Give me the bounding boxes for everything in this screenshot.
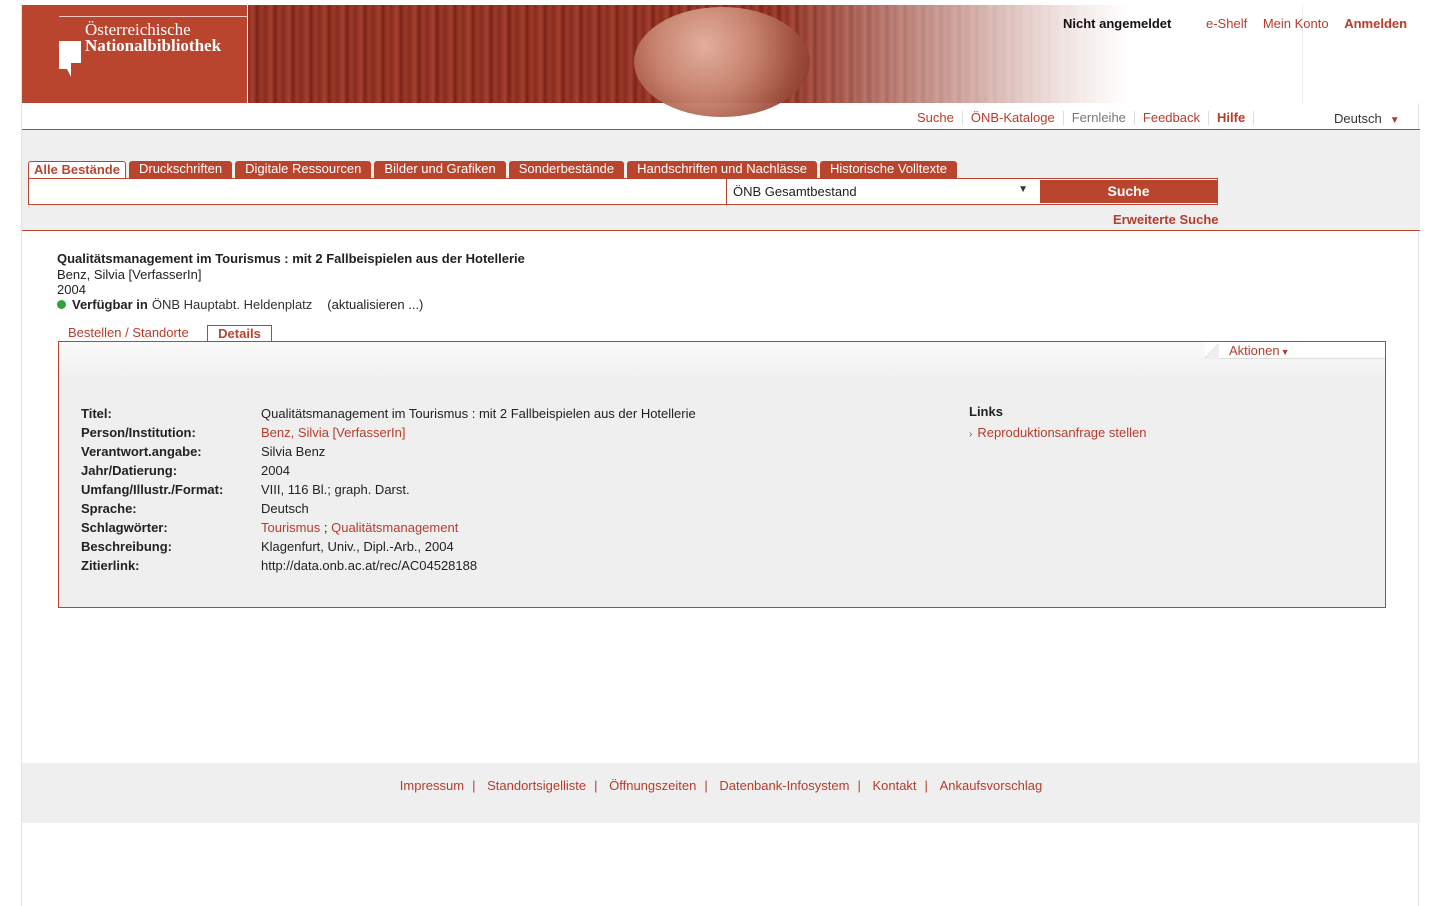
footer-database-info[interactable]: Datenbank-Infosystem: [719, 778, 849, 793]
footer-contact[interactable]: Kontakt: [872, 778, 916, 793]
language-select[interactable]: Deutsch ▼: [1334, 111, 1400, 126]
footer-opening-hours[interactable]: Öffnungszeiten: [609, 778, 696, 793]
tab-images[interactable]: Bilder und Grafiken: [374, 161, 506, 178]
record-author: Benz, Silvia [VerfasserIn]: [57, 267, 202, 282]
tab-orders-locations[interactable]: Bestellen / Standorte: [68, 325, 189, 340]
links-item: › Reproduktionsanfrage stellen: [969, 425, 1146, 440]
actions-menu[interactable]: Aktionen▼: [1229, 343, 1290, 358]
field-label: Sprache:: [81, 501, 137, 516]
login-status: Nicht angemeldet: [1063, 16, 1172, 31]
details-panel: Aktionen▼ Titel: Qualitätsmanagement im …: [58, 341, 1386, 608]
tab-printed[interactable]: Druckschriften: [128, 161, 233, 178]
subject-link-tourismus[interactable]: Tourismus: [261, 520, 320, 535]
record-year: 2004: [57, 282, 86, 297]
search-button[interactable]: Suche: [1040, 180, 1217, 203]
search-area: Alle Bestände Druckschriften Digitale Re…: [22, 130, 1420, 231]
field-label: Schlagwörter:: [81, 520, 168, 535]
search-box: ÖNB Gesamtbestand ▼ Suche: [28, 178, 1218, 205]
field-label: Person/Institution:: [81, 425, 196, 440]
person-link[interactable]: Benz, Silvia [VerfasserIn]: [261, 425, 406, 440]
nav-interlibrary[interactable]: Fernleihe: [1064, 111, 1135, 125]
footer-separator: |: [594, 778, 598, 793]
user-links: e-Shelf Mein Konto Anmelden: [1206, 16, 1407, 31]
field-value-year: 2004: [261, 463, 290, 478]
footer-links: Impressum | Standortsigelliste | Öffnungsz…: [22, 778, 1420, 793]
header-banner: Österreichische Nationalbibliothek Nicht…: [22, 5, 1420, 117]
availability-location: ÖNB Hauptabt. Heldenplatz: [151, 297, 313, 312]
language-value: Deutsch: [1334, 111, 1382, 126]
footer-location-codes[interactable]: Standortsigelliste: [487, 778, 586, 793]
footer-separator: |: [472, 778, 476, 793]
reproduction-request-link[interactable]: Reproduktionsanfrage stellen: [977, 425, 1146, 440]
field-value-extent: VIII, 116 Bl.; graph. Darst.: [261, 482, 410, 497]
scope-select[interactable]: ÖNB Gesamtbestand ▼: [726, 179, 1040, 204]
logo-text: Österreichische Nationalbibliothek: [85, 21, 222, 55]
nav-help[interactable]: Hilfe: [1209, 111, 1255, 125]
tab-historic-fulltext[interactable]: Historische Volltexte: [819, 161, 957, 178]
subject-link-qm[interactable]: Qualitätsmanagement: [331, 520, 458, 535]
tab-all-holdings[interactable]: Alle Bestände: [28, 161, 126, 179]
account-link[interactable]: Mein Konto: [1263, 16, 1329, 31]
logo-line2: Nationalbibliothek: [85, 36, 222, 55]
login-link[interactable]: Anmelden: [1344, 16, 1407, 31]
tab-special[interactable]: Sonderbestände: [508, 161, 625, 178]
availability: Verfügbar in ÖNB Hauptabt. Heldenplatz (…: [57, 297, 423, 312]
links-heading: Links: [969, 404, 1003, 419]
footer: Impressum | Standortsigelliste | Öffnungsz…: [22, 763, 1420, 823]
availability-status-icon: [57, 300, 66, 309]
tab-details[interactable]: Details: [207, 325, 272, 342]
field-label: Jahr/Datierung:: [81, 463, 178, 478]
banner-image: [248, 5, 1128, 117]
field-value-citelink[interactable]: http://data.onb.ac.at/rec/AC04528188: [261, 558, 477, 573]
nav-feedback[interactable]: Feedback: [1135, 111, 1209, 125]
field-value-responsibility: Silvia Benz: [261, 444, 326, 459]
chevron-down-icon: ▼: [1018, 184, 1028, 195]
eshelf-link[interactable]: e-Shelf: [1206, 16, 1247, 31]
chevron-down-icon: ▼: [1389, 115, 1400, 126]
tab-digital[interactable]: Digitale Ressourcen: [235, 161, 372, 178]
footer-purchase-suggestion[interactable]: Ankaufsvorschlag: [940, 778, 1043, 793]
search-input[interactable]: [29, 179, 726, 204]
page: Österreichische Nationalbibliothek Nicht…: [21, 5, 1420, 906]
chevron-right-icon: ›: [969, 429, 973, 440]
onb-logo[interactable]: Österreichische Nationalbibliothek: [22, 5, 247, 103]
availability-label: Verfügbar in: [72, 297, 148, 312]
globe-illustration: [634, 7, 810, 117]
footer-imprint[interactable]: Impressum: [400, 778, 464, 793]
search-tabs: Alle Bestände Druckschriften Digitale Re…: [28, 161, 960, 179]
footer-separator: |: [704, 778, 708, 793]
refresh-availability-link[interactable]: (aktualisieren ...): [327, 297, 423, 312]
subject-separator: ;: [323, 520, 328, 535]
field-label: Umfang/Illustr./Format:: [81, 482, 224, 497]
footer-separator: |: [924, 778, 928, 793]
field-label: Zitierlink:: [81, 558, 140, 573]
field-value-language: Deutsch: [261, 501, 309, 516]
record-title: Qualitätsmanagement im Tourismus : mit 2…: [57, 251, 525, 266]
field-value-title: Qualitätsmanagement im Tourismus : mit 2…: [261, 406, 696, 421]
field-value-description: Klagenfurt, Univ., Dipl.-Arb., 2004: [261, 539, 454, 554]
scope-value: ÖNB Gesamtbestand: [733, 184, 857, 199]
field-label: Beschreibung:: [81, 539, 173, 554]
logo-mark-icon: [59, 41, 81, 77]
chevron-down-icon: ▼: [1280, 347, 1290, 357]
logo-rule: [59, 16, 247, 17]
actions-fold: [1205, 342, 1219, 359]
main-nav: Suche ÖNB-Kataloge Fernleihe Feedback Hi…: [915, 111, 1255, 125]
tab-manuscripts[interactable]: Handschriften und Nachlässe: [627, 161, 817, 178]
advanced-search-link[interactable]: Erweiterte Suche: [1113, 212, 1219, 227]
nav-search[interactable]: Suche: [915, 111, 963, 125]
actions-label: Aktionen: [1229, 343, 1280, 358]
field-label: Titel:: [81, 406, 112, 421]
footer-separator: |: [857, 778, 861, 793]
nav-catalogs[interactable]: ÖNB-Kataloge: [963, 111, 1064, 125]
field-label: Verantwort.angabe:: [81, 444, 202, 459]
